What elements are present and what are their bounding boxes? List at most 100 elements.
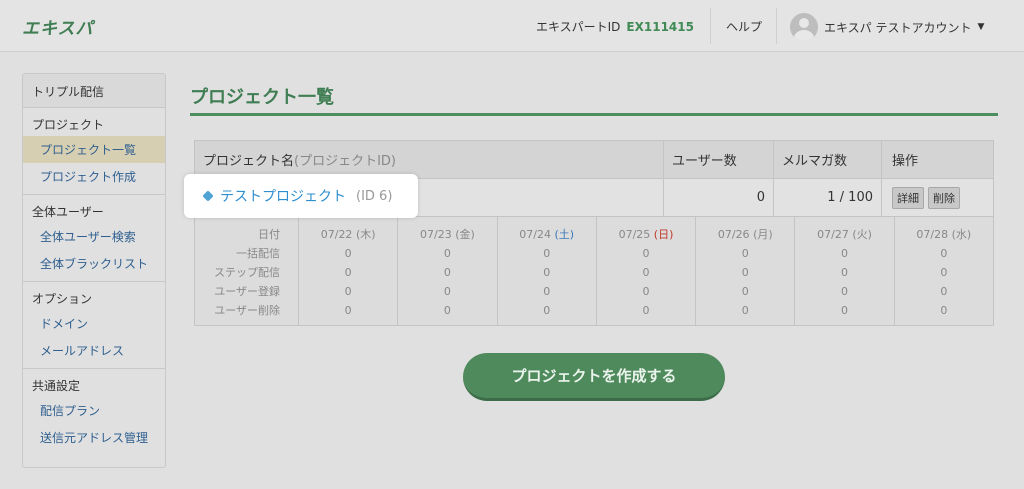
stats-date: 07/23 (金) [398,225,496,244]
stats-value: 0 [642,247,650,260]
stats-value: 0 [642,304,650,317]
weekday-text: (木) [355,228,376,241]
stats-date: 07/25 (日) [597,225,695,244]
stats-value: 0 [543,266,551,279]
header-mailmag: メルマガ数 [773,141,881,178]
header-project-name: プロジェクト名 (プロジェクトID) [195,141,663,178]
sidebar-item-user-search[interactable]: 全体ユーザー検索 [23,223,165,250]
stats-date: 07/27 (火) [795,225,893,244]
header-divider [710,8,711,44]
stats-date: 07/22 (木) [299,225,397,244]
top-header: エキスパ エキスパートID EX111415 ヘルプ エキスパ テストアカウント … [0,0,1024,52]
stats-date: 07/24 (土) [498,225,596,244]
stats-value: 0 [741,285,749,298]
sidebar-section-project: プロジェクト プロジェクト一覧 プロジェクト作成 [23,108,165,195]
weekday-text: (月) [753,228,773,241]
ops-cell: 詳細 削除 [881,179,993,216]
expert-id-value: EX111415 [626,20,694,34]
weekday-text: (日) [653,228,674,241]
stats-value: 0 [741,304,749,317]
date-text: 07/24 [519,228,551,241]
date-text: 07/25 [618,228,651,241]
project-link[interactable]: テストプロジェクト [220,186,346,206]
expert-id-label: エキスパートID [536,20,621,34]
sidebar-item-mail-address[interactable]: メールアドレス [23,337,165,364]
help-link[interactable]: ヘルプ [726,18,762,35]
stats-row-label: 日付 [258,228,280,241]
header-name-sub: (プロジェクトID) [294,154,397,169]
sidebar-item-blacklist[interactable]: 全体ブラックリスト [23,250,165,277]
stats-value: 0 [344,266,352,279]
stats-value: 0 [841,304,849,317]
stats-row-label: 一括配信 [236,247,280,260]
header-name-label: プロジェクト名 [203,154,295,169]
user-menu[interactable]: エキスパ テストアカウント ▼ [790,12,984,42]
header-ops: 操作 [881,141,993,178]
stats-value: 0 [841,285,849,298]
stats-day-column: 07/28 (水) 0 0 0 0 [893,217,993,325]
sidebar-head: プロジェクト [32,118,105,132]
stats-value: 0 [543,304,551,317]
expert-id: エキスパートID EX111415 [536,18,694,35]
stats-value: 0 [940,247,948,260]
stats-value: 0 [841,247,849,260]
detail-button[interactable]: 詳細 [892,186,924,209]
sidebar-section-options: オプション ドメイン メールアドレス [23,282,165,369]
sidebar-head: 共通設定 [32,379,81,393]
sidebar-item-sender-address[interactable]: 送信元アドレス管理 [23,424,165,451]
stats-day-column: 07/26 (月) 0 0 0 0 [695,217,794,325]
weekday-text: (水) [951,228,972,241]
date-text: 07/26 [717,228,750,241]
user-count: 0 [663,179,773,216]
delete-button[interactable]: 削除 [928,186,960,209]
stats-value: 0 [543,285,551,298]
stats-label-column: 日付 一括配信 ステップ配信 ユーザー登録 ユーザー削除 [195,217,298,325]
sidebar-item-project-list[interactable]: プロジェクト一覧 [23,136,165,163]
create-project-button[interactable]: プロジェクトを作成する [463,353,725,401]
sidebar-item-project-create[interactable]: プロジェクト作成 [23,163,165,190]
sidebar-section-users: 全体ユーザー 全体ユーザー検索 全体ブラックリスト [23,195,165,282]
stats-value: 0 [443,304,451,317]
title-underline [190,113,998,116]
avatar [790,13,818,41]
stats-value: 0 [642,266,650,279]
page-title: プロジェクト一覧 [190,87,334,108]
date-text: 07/23 [420,228,452,241]
weekday-text: (金) [455,228,475,241]
date-text: 07/22 [320,228,353,241]
stats-value: 0 [543,247,551,260]
stats-row-label: ステップ配信 [214,266,280,279]
project-name-highlight: テストプロジェクト (ID 6) [184,174,418,218]
sidebar-top[interactable]: トリプル配信 [23,74,165,108]
caret-down-icon: ▼ [977,22,985,32]
sidebar-item-plan[interactable]: 配信プラン [23,397,165,424]
stats-value: 0 [344,304,352,317]
sidebar-head: オプション [32,292,93,306]
stats-value: 0 [642,285,650,298]
logo[interactable]: エキスパ [22,14,94,39]
sidebar-item-domain[interactable]: ドメイン [23,310,165,337]
stats-day-column: 07/25 (日) 0 0 0 0 [595,217,695,325]
stats-value: 0 [940,285,948,298]
sidebar: トリプル配信 プロジェクト プロジェクト一覧 プロジェクト作成 全体ユーザー 全… [22,73,166,468]
stats-grid: 日付 一括配信 ステップ配信 ユーザー登録 ユーザー削除 07/22 (木) 0… [195,217,993,325]
sidebar-section-common: 共通設定 配信プラン 送信元アドレス管理 [23,369,165,455]
project-table: プロジェクト名 (プロジェクトID) ユーザー数 メルマガ数 操作 0 1 / 1… [194,140,994,326]
mailmag-count: 1 / 100 [773,179,881,216]
stats-row-label: ユーザー登録 [214,285,280,298]
cube-icon [202,190,214,202]
weekday-text: (土) [554,228,575,241]
stats-value: 0 [741,266,749,279]
stats-value: 0 [940,266,948,279]
weekday-text: (火) [852,228,872,241]
stats-value: 0 [741,247,749,260]
stats-value: 0 [443,285,451,298]
stats-date: 07/26 (月) [696,225,794,244]
user-name: エキスパ テストアカウント [824,20,972,35]
stats-value: 0 [841,266,849,279]
stats-value: 0 [344,247,352,260]
stats-value: 0 [443,266,451,279]
stats-value: 0 [443,247,451,260]
date-text: 07/28 [916,228,949,241]
header-divider [776,8,777,44]
